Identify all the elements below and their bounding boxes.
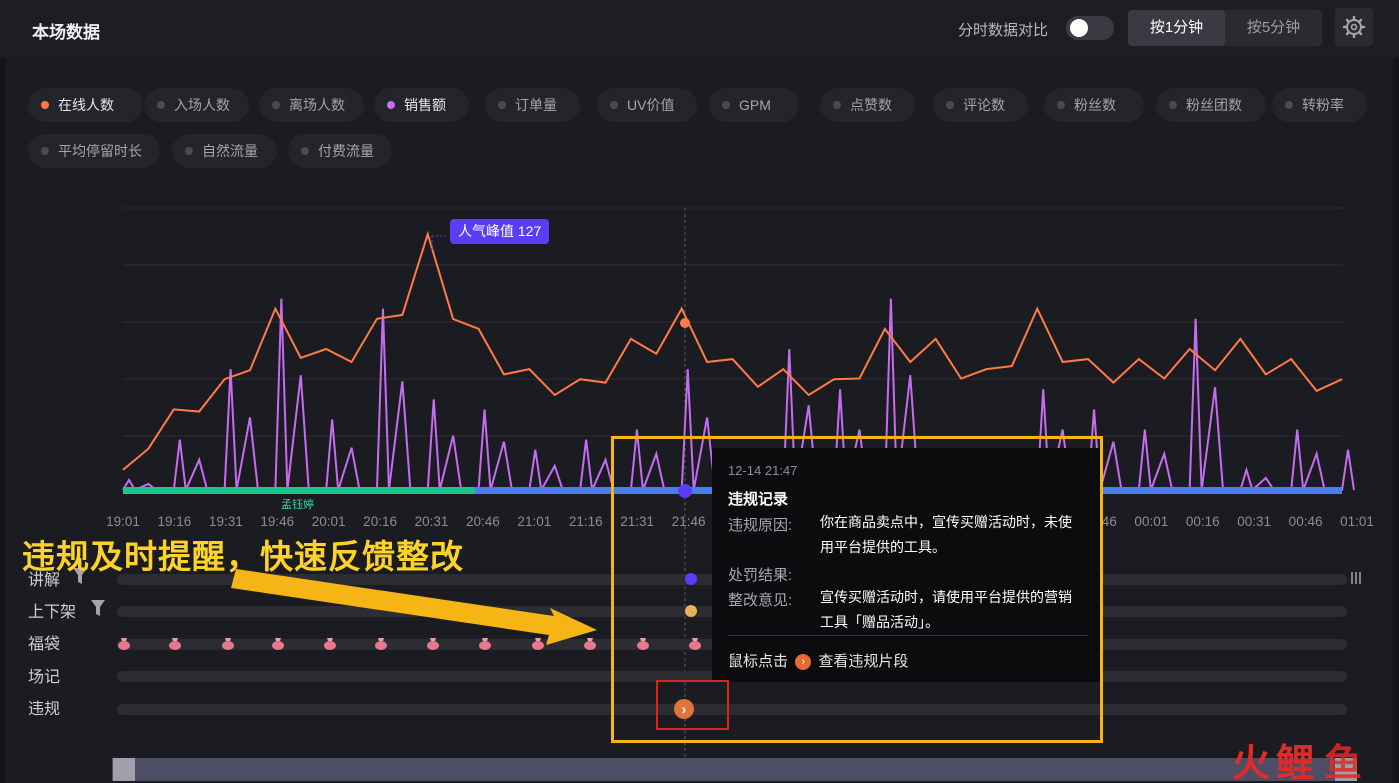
x-tick-label: 21:01 <box>517 514 552 529</box>
lane-label-record: 场记 <box>28 669 61 686</box>
x-tick-label: 20:16 <box>363 514 397 529</box>
x-tick-label: 00:16 <box>1185 514 1220 529</box>
bag-icon[interactable] <box>531 637 545 650</box>
metric-chip-label: 销售额 <box>404 97 446 113</box>
by-5min-button[interactable]: 按5分钟 <box>1225 10 1322 46</box>
metric-chip[interactable]: 在线人数 <box>28 88 143 122</box>
legend-dot <box>185 147 193 155</box>
metric-chip-label: 付费流量 <box>318 143 374 159</box>
x-tick-label: 20:01 <box>311 514 346 529</box>
x-tick-label: 19:16 <box>157 514 192 529</box>
time-scrollbar[interactable] <box>112 758 1357 781</box>
x-tick-label: 19:01 <box>106 514 140 529</box>
metric-chip-label: 粉丝团数 <box>1186 97 1242 113</box>
x-tick-label: 20:31 <box>414 514 449 529</box>
lane-label-bag: 福袋 <box>28 636 61 653</box>
legend-dot <box>41 147 49 155</box>
legend-dot <box>722 101 730 109</box>
metric-chip[interactable]: 订单量 <box>485 88 580 122</box>
metric-chip[interactable]: GPM <box>709 88 799 122</box>
bag-icon[interactable] <box>271 637 285 650</box>
bag-icon[interactable] <box>374 637 388 650</box>
metric-chip[interactable]: 平均停留时长 <box>28 134 160 168</box>
legend-dot <box>946 101 954 109</box>
metric-chip-label: 粉丝数 <box>1074 97 1116 113</box>
legend-dot <box>498 101 506 109</box>
x-tick-label: 19:31 <box>208 514 243 529</box>
metric-chip-label: 离场人数 <box>289 97 345 113</box>
legend-dot <box>833 101 841 109</box>
x-tick-label: 00:46 <box>1288 514 1323 529</box>
metric-chip[interactable]: UV价值 <box>597 88 697 122</box>
bag-icon[interactable] <box>221 637 235 650</box>
metric-chip-label: 转粉率 <box>1302 97 1344 113</box>
bag-icon[interactable] <box>323 637 337 650</box>
metric-chip-label: 订单量 <box>515 97 557 113</box>
metric-chip-label: 评论数 <box>963 97 1005 113</box>
peak-label: 人气峰值 127 <box>450 219 550 244</box>
legend-dot <box>1169 101 1177 109</box>
bag-icon[interactable] <box>117 637 131 650</box>
metric-chip[interactable]: 点赞数 <box>820 88 915 122</box>
top-bar: 本场数据 分时数据对比 按1分钟 按5分钟 <box>0 0 1399 58</box>
toggle-knob <box>1070 19 1088 37</box>
metric-chip[interactable]: 入场人数 <box>144 88 249 122</box>
bag-icon[interactable] <box>168 637 182 650</box>
legend-dot <box>41 101 49 109</box>
bag-icon[interactable] <box>478 637 492 650</box>
metric-chip[interactable]: 转粉率 <box>1272 88 1367 122</box>
compare-label: 分时数据对比 <box>958 22 1049 39</box>
svg-text:鱼: 鱼 <box>1324 741 1362 783</box>
metric-chip-label: 自然流量 <box>202 143 258 159</box>
metric-chip-label: 平均停留时长 <box>58 143 142 159</box>
filter-icon[interactable] <box>91 600 105 616</box>
svg-text:火: 火 <box>1232 741 1270 783</box>
x-tick-label: 00:31 <box>1237 514 1272 529</box>
legend-dot <box>610 101 618 109</box>
x-tick-label: 01:01 <box>1340 514 1374 529</box>
settings-button[interactable] <box>1335 8 1373 46</box>
legend-dot <box>387 101 395 109</box>
legend-dot <box>301 147 309 155</box>
metric-chip-label: 在线人数 <box>58 97 114 113</box>
page-title: 本场数据 <box>32 23 100 42</box>
lane-label-shelf: 上下架 <box>28 604 77 621</box>
legend-dot <box>1285 101 1293 109</box>
metric-chip-label: GPM <box>739 97 771 113</box>
lane-label-violation: 违规 <box>28 701 61 718</box>
x-tick-label: 21:16 <box>568 514 603 529</box>
svg-text:鲤: 鲤 <box>1276 741 1314 783</box>
legend-dot <box>272 101 280 109</box>
metric-chip[interactable]: 离场人数 <box>259 88 364 122</box>
sort-icon[interactable] <box>1349 571 1363 585</box>
metric-chip[interactable]: 评论数 <box>933 88 1028 122</box>
metric-chip[interactable]: 付费流量 <box>288 134 392 168</box>
metric-chip[interactable]: 销售额 <box>374 88 469 122</box>
metric-chip[interactable]: 自然流量 <box>172 134 277 168</box>
metric-chip[interactable]: 粉丝团数 <box>1156 88 1266 122</box>
x-tick-label: 20:46 <box>466 514 500 529</box>
by-1min-button[interactable]: 按1分钟 <box>1128 10 1225 46</box>
legend-dot <box>157 101 165 109</box>
compare-toggle[interactable] <box>1066 16 1114 40</box>
x-tick-label: 00:01 <box>1134 514 1169 529</box>
watermark-logo: 火 鲤 鱼 <box>1232 741 1362 783</box>
host-label-1: 孟钰婷 <box>281 499 314 511</box>
metric-chip[interactable]: 粉丝数 <box>1044 88 1144 122</box>
metric-chip-label: 入场人数 <box>174 97 230 113</box>
annotation-text: 违规及时提醒，快速反馈整改 <box>22 538 464 575</box>
metric-chip-label: 点赞数 <box>850 97 892 113</box>
legend-dot <box>1057 101 1065 109</box>
scroll-handle-left[interactable] <box>113 758 135 781</box>
bag-icon[interactable] <box>426 637 440 650</box>
bag-icon[interactable] <box>583 637 597 650</box>
interval-segmented-control: 按1分钟 按5分钟 <box>1128 10 1322 46</box>
x-tick-label: 19:46 <box>260 514 295 529</box>
metric-chip-label: UV价值 <box>627 97 675 113</box>
gear-icon <box>1342 15 1366 39</box>
violation-highlight <box>656 680 729 730</box>
